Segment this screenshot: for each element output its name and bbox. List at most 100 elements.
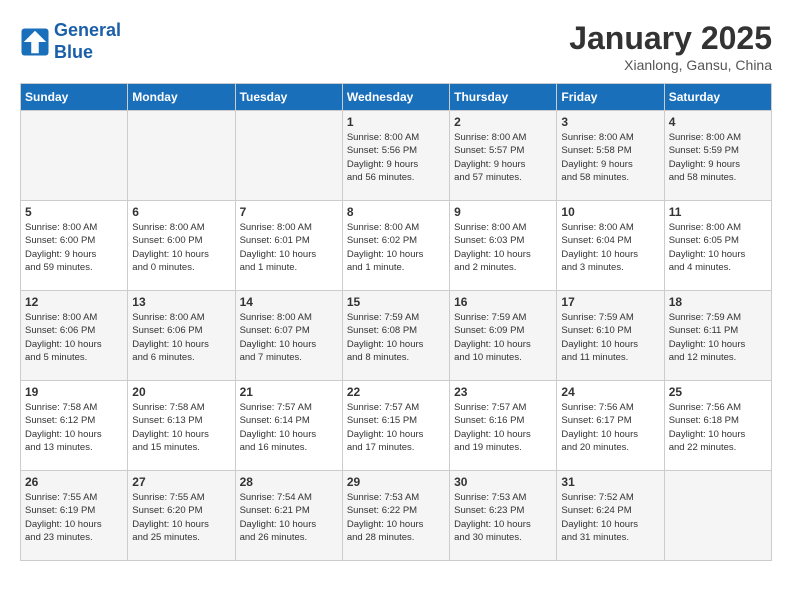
calendar-cell: 9 Sunrise: 8:00 AM Sunset: 6:03 PM Daylig…	[450, 201, 557, 291]
logo-line2: Blue	[54, 42, 93, 62]
logo-text: General Blue	[54, 20, 121, 63]
calendar-cell: 23Sunrise: 7:57 AM Sunset: 6:16 PM Dayli…	[450, 381, 557, 471]
calendar-cell: 22Sunrise: 7:57 AM Sunset: 6:15 PM Dayli…	[342, 381, 449, 471]
calendar-cell: 15 Sunrise: 7:59 AM Sunset: 6:08 PM Dayli…	[342, 291, 449, 381]
calendar-table: SundayMondayTuesdayWednesdayThursdayFrid…	[20, 83, 772, 561]
logo: General Blue	[20, 20, 121, 63]
weekday-header-tuesday: Tuesday	[235, 84, 342, 111]
day-number: 22	[347, 385, 445, 399]
day-info: Sunrise: 7:59 AM Sunset: 6:08 PM Dayligh…	[347, 311, 445, 364]
day-number: 29	[347, 475, 445, 489]
day-number: 16	[454, 295, 552, 309]
day-info: Sunrise: 8:00 AM Sunset: 6:07 PM Dayligh…	[240, 311, 338, 364]
calendar-cell	[128, 111, 235, 201]
calendar-week-row: 5 Sunrise: 8:00 AM Sunset: 6:00 PM Daylig…	[21, 201, 772, 291]
day-info: Sunrise: 7:55 AM Sunset: 6:20 PM Dayligh…	[132, 491, 230, 544]
calendar-cell: 30 Sunrise: 7:53 AM Sunset: 6:23 PM Dayli…	[450, 471, 557, 561]
day-info: Sunrise: 7:53 AM Sunset: 6:23 PM Dayligh…	[454, 491, 552, 544]
weekday-header-saturday: Saturday	[664, 84, 771, 111]
calendar-cell: 8 Sunrise: 8:00 AM Sunset: 6:02 PM Daylig…	[342, 201, 449, 291]
calendar-cell: 5 Sunrise: 8:00 AM Sunset: 6:00 PM Daylig…	[21, 201, 128, 291]
calendar-cell: 3Sunrise: 8:00 AM Sunset: 5:58 PM Daylig…	[557, 111, 664, 201]
day-info: Sunrise: 7:52 AM Sunset: 6:24 PM Dayligh…	[561, 491, 659, 544]
day-number: 27	[132, 475, 230, 489]
logo-icon	[20, 27, 50, 57]
calendar-cell: 24Sunrise: 7:56 AM Sunset: 6:17 PM Dayli…	[557, 381, 664, 471]
calendar-cell	[21, 111, 128, 201]
day-info: Sunrise: 7:59 AM Sunset: 6:10 PM Dayligh…	[561, 311, 659, 364]
day-info: Sunrise: 7:56 AM Sunset: 6:18 PM Dayligh…	[669, 401, 767, 454]
calendar-week-row: 19 Sunrise: 7:58 AM Sunset: 6:12 PM Dayli…	[21, 381, 772, 471]
day-number: 9	[454, 205, 552, 219]
day-info: Sunrise: 7:58 AM Sunset: 6:13 PM Dayligh…	[132, 401, 230, 454]
day-number: 14	[240, 295, 338, 309]
calendar-cell: 21 Sunrise: 7:57 AM Sunset: 6:14 PM Dayli…	[235, 381, 342, 471]
calendar-week-row: 1Sunrise: 8:00 AM Sunset: 5:56 PM Daylig…	[21, 111, 772, 201]
calendar-cell	[664, 471, 771, 561]
day-info: Sunrise: 7:58 AM Sunset: 6:12 PM Dayligh…	[25, 401, 123, 454]
day-info: Sunrise: 8:00 AM Sunset: 6:00 PM Dayligh…	[25, 221, 123, 274]
weekday-header-sunday: Sunday	[21, 84, 128, 111]
day-info: Sunrise: 7:55 AM Sunset: 6:19 PM Dayligh…	[25, 491, 123, 544]
day-number: 4	[669, 115, 767, 129]
day-info: Sunrise: 7:56 AM Sunset: 6:17 PM Dayligh…	[561, 401, 659, 454]
day-info: Sunrise: 8:00 AM Sunset: 6:03 PM Dayligh…	[454, 221, 552, 274]
day-number: 11	[669, 205, 767, 219]
day-number: 13	[132, 295, 230, 309]
day-info: Sunrise: 8:00 AM Sunset: 6:01 PM Dayligh…	[240, 221, 338, 274]
calendar-cell: 18Sunrise: 7:59 AM Sunset: 6:11 PM Dayli…	[664, 291, 771, 381]
day-number: 1	[347, 115, 445, 129]
day-number: 18	[669, 295, 767, 309]
weekday-header-thursday: Thursday	[450, 84, 557, 111]
weekday-header-wednesday: Wednesday	[342, 84, 449, 111]
day-info: Sunrise: 8:00 AM Sunset: 5:57 PM Dayligh…	[454, 131, 552, 184]
day-number: 15	[347, 295, 445, 309]
calendar-cell: 29 Sunrise: 7:53 AM Sunset: 6:22 PM Dayli…	[342, 471, 449, 561]
day-number: 5	[25, 205, 123, 219]
day-info: Sunrise: 7:54 AM Sunset: 6:21 PM Dayligh…	[240, 491, 338, 544]
day-number: 19	[25, 385, 123, 399]
day-info: Sunrise: 8:00 AM Sunset: 6:06 PM Dayligh…	[132, 311, 230, 364]
calendar-cell: 7Sunrise: 8:00 AM Sunset: 6:01 PM Daylig…	[235, 201, 342, 291]
day-number: 6	[132, 205, 230, 219]
day-number: 30	[454, 475, 552, 489]
calendar-cell: 14 Sunrise: 8:00 AM Sunset: 6:07 PM Dayli…	[235, 291, 342, 381]
calendar-cell: 11 Sunrise: 8:00 AM Sunset: 6:05 PM Dayli…	[664, 201, 771, 291]
day-info: Sunrise: 8:00 AM Sunset: 6:02 PM Dayligh…	[347, 221, 445, 274]
calendar-cell: 16Sunrise: 7:59 AM Sunset: 6:09 PM Dayli…	[450, 291, 557, 381]
calendar-cell: 12 Sunrise: 8:00 AM Sunset: 6:06 PM Dayli…	[21, 291, 128, 381]
calendar-cell: 27 Sunrise: 7:55 AM Sunset: 6:20 PM Dayli…	[128, 471, 235, 561]
day-number: 23	[454, 385, 552, 399]
calendar-cell: 10Sunrise: 8:00 AM Sunset: 6:04 PM Dayli…	[557, 201, 664, 291]
logo-line1: General	[54, 20, 121, 40]
calendar-cell: 25Sunrise: 7:56 AM Sunset: 6:18 PM Dayli…	[664, 381, 771, 471]
calendar-cell: 26 Sunrise: 7:55 AM Sunset: 6:19 PM Dayli…	[21, 471, 128, 561]
calendar-cell: 1Sunrise: 8:00 AM Sunset: 5:56 PM Daylig…	[342, 111, 449, 201]
day-number: 17	[561, 295, 659, 309]
title-block: January 2025 Xianlong, Gansu, China	[569, 20, 772, 73]
calendar-cell: 4Sunrise: 8:00 AM Sunset: 5:59 PM Daylig…	[664, 111, 771, 201]
day-info: Sunrise: 8:00 AM Sunset: 6:00 PM Dayligh…	[132, 221, 230, 274]
weekday-header-monday: Monday	[128, 84, 235, 111]
day-info: Sunrise: 7:53 AM Sunset: 6:22 PM Dayligh…	[347, 491, 445, 544]
calendar-cell: 28Sunrise: 7:54 AM Sunset: 6:21 PM Dayli…	[235, 471, 342, 561]
calendar-week-row: 12 Sunrise: 8:00 AM Sunset: 6:06 PM Dayli…	[21, 291, 772, 381]
day-info: Sunrise: 7:57 AM Sunset: 6:14 PM Dayligh…	[240, 401, 338, 454]
page-header: General Blue January 2025 Xianlong, Gans…	[20, 20, 772, 73]
calendar-cell: 31 Sunrise: 7:52 AM Sunset: 6:24 PM Dayli…	[557, 471, 664, 561]
day-number: 21	[240, 385, 338, 399]
day-number: 31	[561, 475, 659, 489]
calendar-cell: 13 Sunrise: 8:00 AM Sunset: 6:06 PM Dayli…	[128, 291, 235, 381]
day-info: Sunrise: 8:00 AM Sunset: 6:06 PM Dayligh…	[25, 311, 123, 364]
day-number: 3	[561, 115, 659, 129]
calendar-week-row: 26 Sunrise: 7:55 AM Sunset: 6:19 PM Dayli…	[21, 471, 772, 561]
calendar-cell: 20Sunrise: 7:58 AM Sunset: 6:13 PM Dayli…	[128, 381, 235, 471]
weekday-header-row: SundayMondayTuesdayWednesdayThursdayFrid…	[21, 84, 772, 111]
day-number: 26	[25, 475, 123, 489]
calendar-cell: 17 Sunrise: 7:59 AM Sunset: 6:10 PM Dayli…	[557, 291, 664, 381]
day-number: 8	[347, 205, 445, 219]
day-info: Sunrise: 8:00 AM Sunset: 6:05 PM Dayligh…	[669, 221, 767, 274]
day-number: 12	[25, 295, 123, 309]
day-number: 2	[454, 115, 552, 129]
calendar-cell	[235, 111, 342, 201]
